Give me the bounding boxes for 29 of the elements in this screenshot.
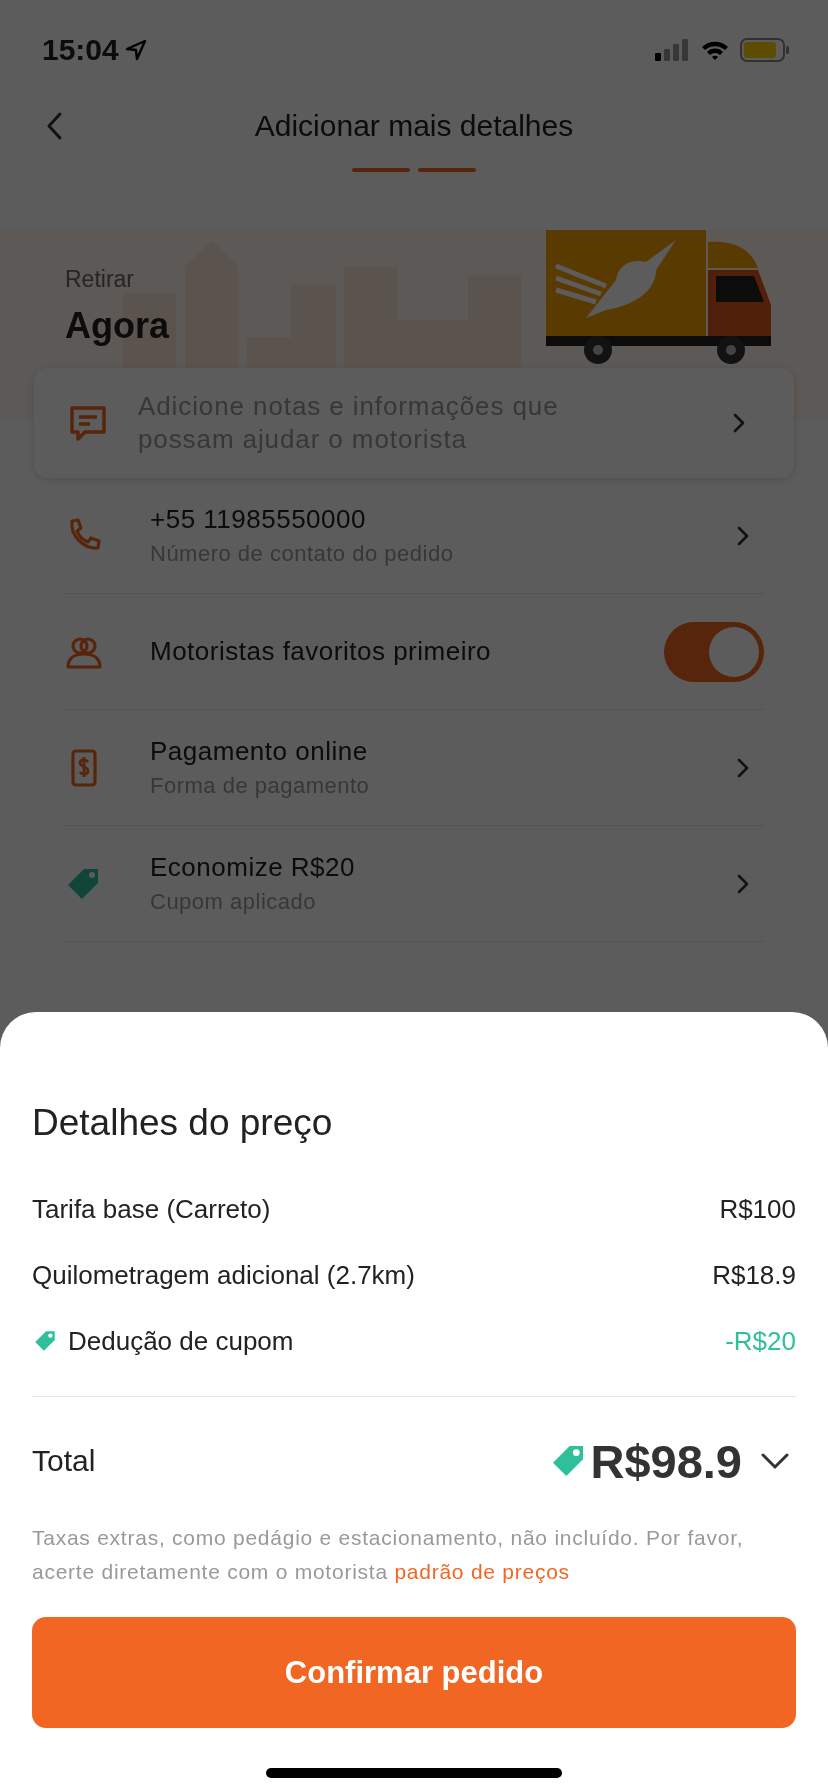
price-amount: R$18.9 [712, 1259, 796, 1291]
wifi-icon [700, 39, 730, 61]
chevron-right-icon [732, 413, 746, 433]
signal-icon [654, 39, 690, 61]
total-label: Total [32, 1444, 96, 1478]
fee-note: Taxas extras, como pedágio e estacionamento, não incluído. Por favor, acerte diretamente com o motorista padrão de preços [32, 1525, 745, 1585]
row-title: Motoristas favoritos primeiro [150, 636, 493, 667]
confirm-button[interactable]: Confirmar pedido [32, 1617, 796, 1728]
total-amount: R$98.9 [590, 1433, 742, 1489]
message-icon [68, 403, 108, 443]
status-time: 15:04 [42, 33, 119, 67]
row-title: Economize R$20 [150, 852, 356, 883]
location-arrow-icon [124, 39, 147, 61]
pricing-link[interactable]: padrão de preços [394, 1560, 570, 1583]
pickup-time: Agora [65, 305, 171, 347]
row-title: Pagamento online [150, 736, 369, 767]
chevron-right-icon[interactable] [736, 873, 750, 894]
price-label: Dedução de cupom [68, 1325, 294, 1357]
price-amount: R$100 [719, 1193, 796, 1225]
row-title: +55 11985550000 [150, 504, 367, 535]
price-label: Quilometragem adicional (2.7km) [32, 1259, 415, 1291]
battery-icon [740, 38, 790, 62]
sheet-title: Detalhes do preço [32, 1102, 334, 1144]
chevron-right-icon[interactable] [736, 525, 750, 546]
page-title: Adicionar mais detalhes [254, 109, 574, 143]
chevron-down-icon[interactable] [760, 1452, 790, 1470]
chevron-right-icon[interactable] [736, 757, 750, 778]
price-amount: -R$20 [725, 1325, 796, 1357]
price-label: Tarifa base (Carreto) [32, 1193, 271, 1225]
